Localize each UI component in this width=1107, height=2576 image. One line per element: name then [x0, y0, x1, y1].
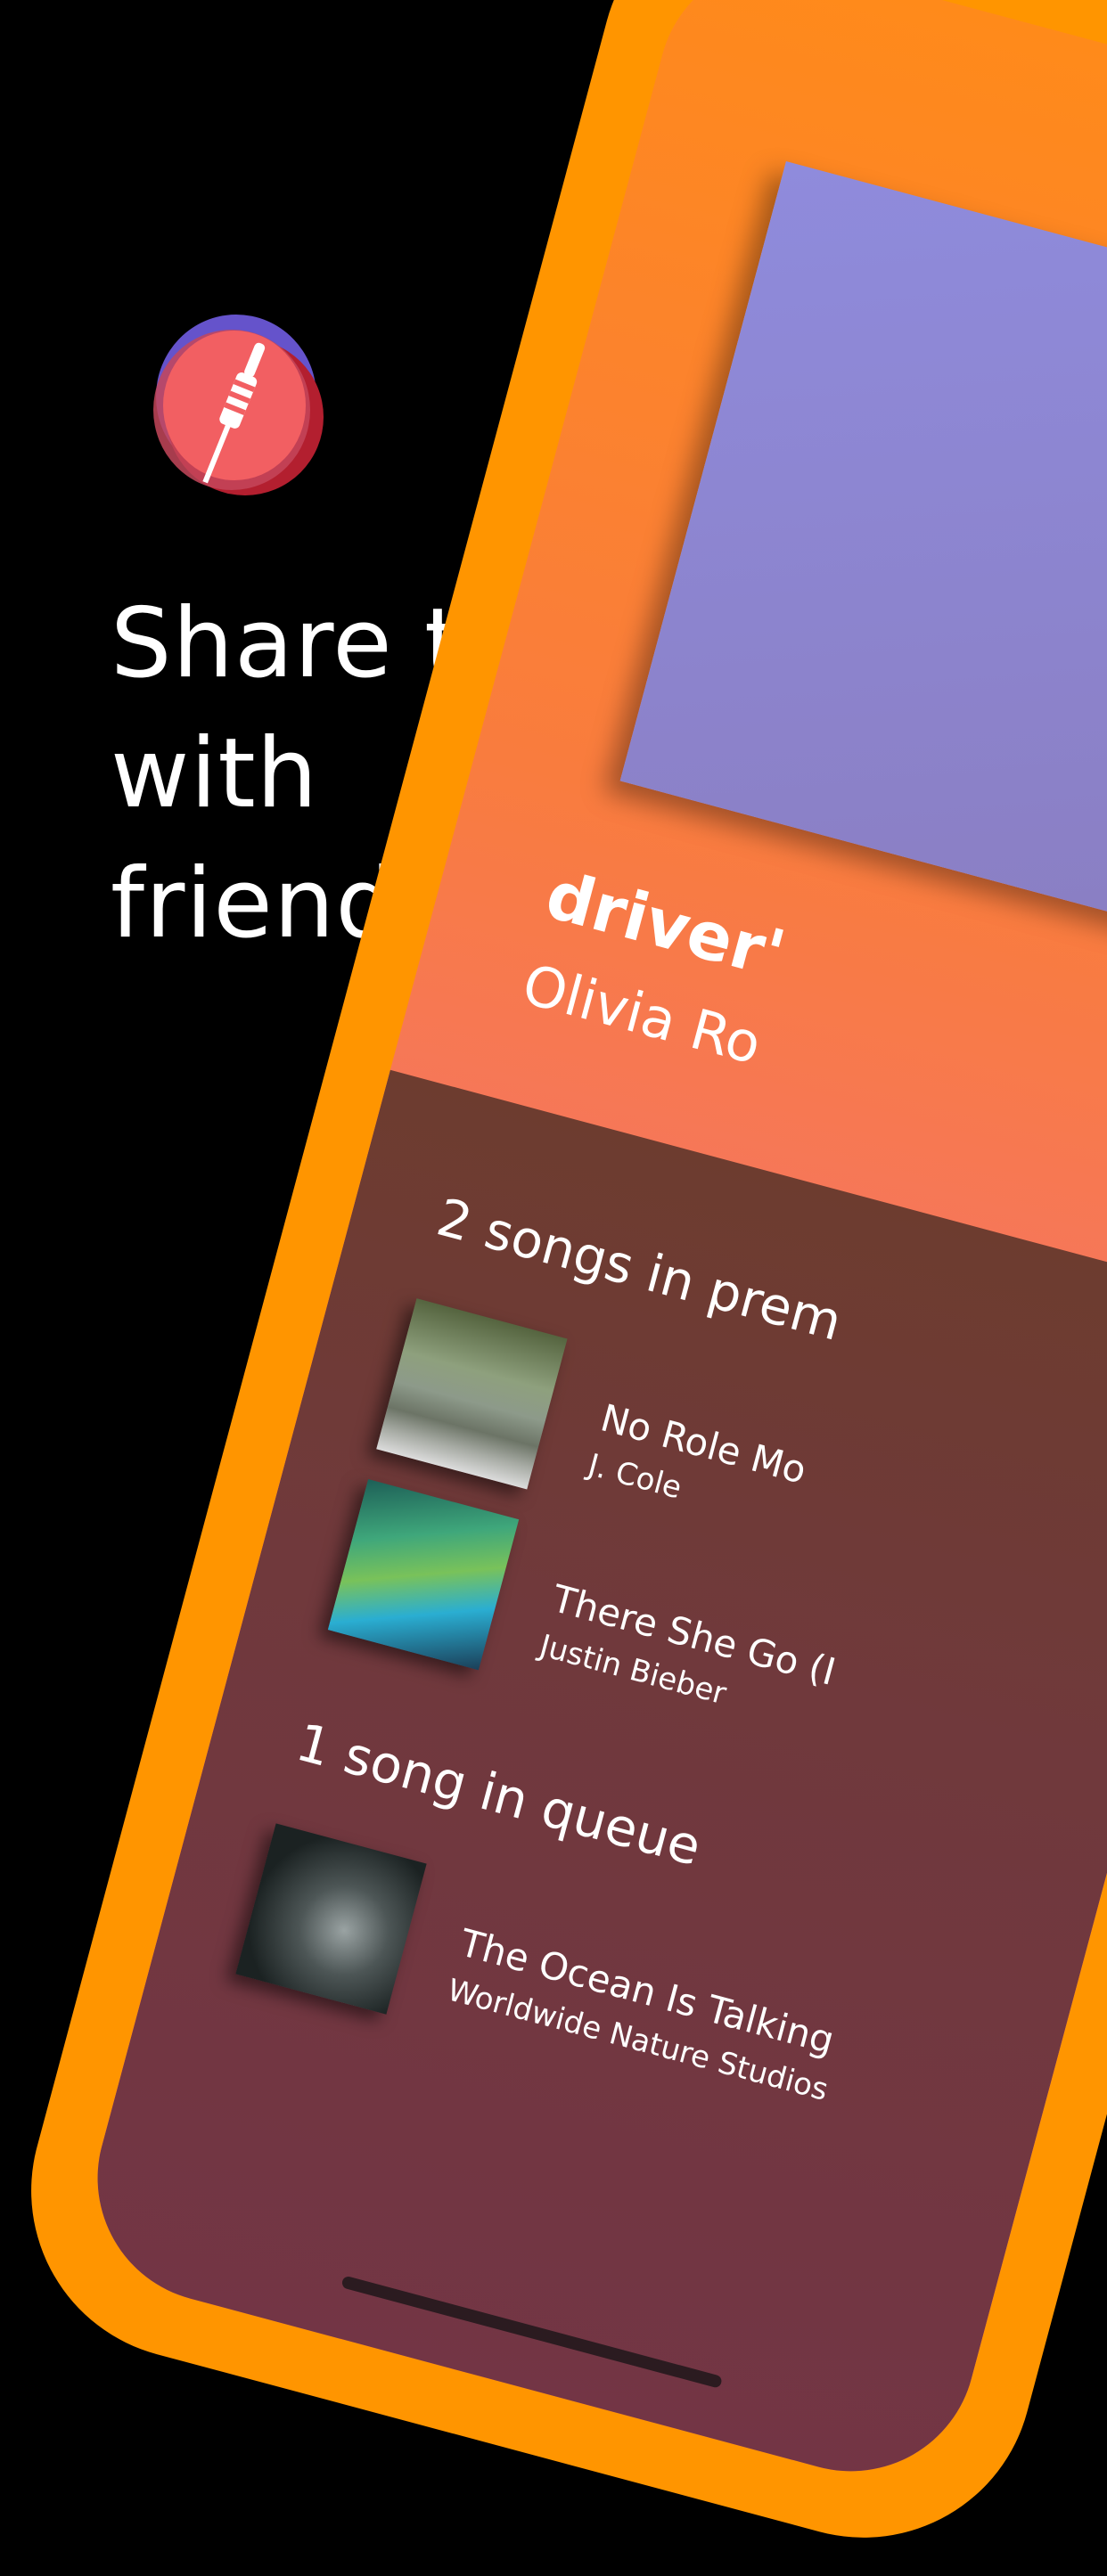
app-logo: [153, 315, 324, 495]
track-album-art[interactable]: [235, 1823, 427, 2015]
track-album-art[interactable]: [376, 1298, 568, 1490]
track-album-art[interactable]: [327, 1479, 520, 1671]
now-playing-album-art: [619, 160, 1107, 957]
queue-panel: 2 songs in prem No Role Mo J. Cole There…: [70, 1069, 1107, 2499]
